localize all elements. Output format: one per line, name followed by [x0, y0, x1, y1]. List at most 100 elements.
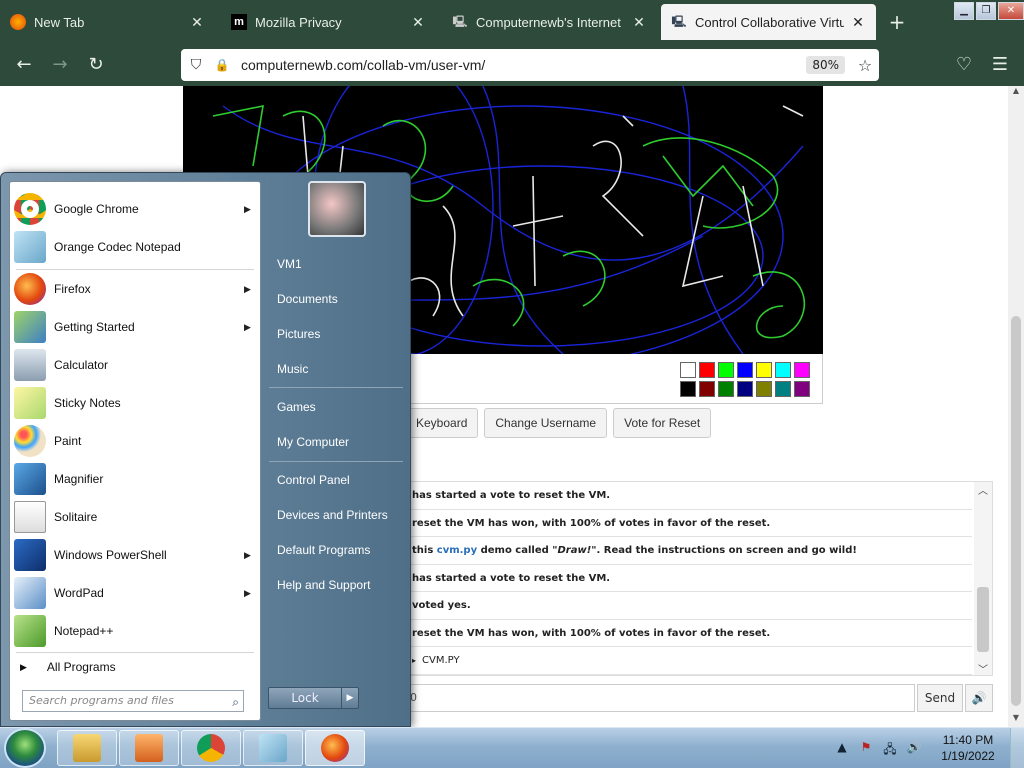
start-right-control-panel[interactable]: Control Panel	[269, 465, 403, 495]
pocket-icon[interactable]: ♡	[950, 52, 978, 78]
start-search-input[interactable]: Search programs and files ⌕	[22, 690, 244, 712]
start-right-documents[interactable]: Documents	[269, 284, 403, 314]
lock-options-arrow-icon[interactable]: ▶	[341, 687, 359, 709]
page-scroll-thumb[interactable]	[1011, 316, 1021, 706]
sticky-notes-icon	[14, 387, 46, 419]
chat-log[interactable]: has started a vote to reset the VM. rese…	[405, 481, 993, 676]
change-username-button[interactable]: Change Username	[484, 408, 608, 438]
chevron-up-icon[interactable]: ︿	[974, 482, 992, 497]
new-tab-button[interactable]: +	[885, 10, 909, 34]
taskbar-notepad[interactable]	[243, 730, 303, 766]
scroll-up-arrow-icon[interactable]: ▲	[1008, 86, 1024, 100]
program-notepad-plus-plus[interactable]: Notepad++	[10, 612, 260, 650]
close-icon[interactable]: ✕	[850, 14, 866, 31]
color-swatch[interactable]	[699, 362, 715, 378]
tab-mozilla-privacy[interactable]: m Mozilla Privacy ✕	[221, 4, 436, 40]
color-swatch[interactable]	[680, 381, 696, 397]
network-icon[interactable]: 🖧	[882, 740, 898, 756]
color-swatch[interactable]	[737, 362, 753, 378]
lock-icon[interactable]: 🔒	[211, 58, 233, 72]
close-icon[interactable]: ✕	[410, 14, 426, 31]
chevron-down-icon[interactable]: ﹀	[974, 661, 992, 675]
maximize-button[interactable]: ❐	[976, 2, 996, 20]
program-windows-powershell[interactable]: Windows PowerShell ▶	[10, 536, 260, 574]
color-swatch[interactable]	[775, 362, 791, 378]
mozilla-m-icon: m	[231, 14, 247, 30]
program-orange-codec-notepad[interactable]: Orange Codec Notepad	[10, 228, 260, 266]
program-paint[interactable]: Paint	[10, 422, 260, 460]
url-text[interactable]: computernewb.com/collab-vm/user-vm/	[233, 57, 806, 73]
color-swatch[interactable]	[718, 381, 734, 397]
chat-scrollbar[interactable]: ︿ ﹀	[974, 482, 992, 675]
page-scrollbar[interactable]: ▲ ▼	[1008, 86, 1024, 727]
close-icon[interactable]: ✕	[189, 14, 205, 31]
taskbar-chrome[interactable]	[181, 730, 241, 766]
search-icon[interactable]: ⌕	[232, 692, 239, 712]
program-sticky-notes[interactable]: Sticky Notes	[10, 384, 260, 422]
start-right-devices-printers[interactable]: Devices and Printers	[269, 500, 403, 530]
submenu-arrow-icon: ▶	[244, 283, 251, 294]
color-swatch[interactable]	[775, 381, 791, 397]
program-calculator[interactable]: Calculator	[10, 346, 260, 384]
window-close-button[interactable]: ✕	[998, 2, 1024, 20]
volume-icon[interactable]: 🔊	[906, 740, 922, 756]
tab-internet-pub[interactable]: 🖳 Computernewb's Internet Pub ✕	[442, 4, 657, 40]
taskbar-explorer[interactable]	[57, 730, 117, 766]
chat-scroll-thumb[interactable]	[977, 587, 989, 652]
show-hidden-icons-arrow-icon[interactable]: ▲	[834, 740, 850, 756]
chat-link[interactable]: cvm.py	[437, 545, 477, 556]
triangle-icon: ▸	[412, 656, 417, 665]
vote-reset-button[interactable]: Vote for Reset	[613, 408, 712, 438]
program-getting-started[interactable]: Getting Started ▶	[10, 308, 260, 346]
computer-icon: 🖳	[671, 15, 687, 28]
menu-icon[interactable]: ☰	[986, 52, 1014, 78]
color-swatch[interactable]	[680, 362, 696, 378]
program-google-chrome[interactable]: Google Chrome ▶	[10, 190, 260, 228]
scroll-down-arrow-icon[interactable]: ▼	[1008, 713, 1024, 727]
back-button[interactable]: ←	[10, 52, 38, 78]
chat-input[interactable]: 0	[405, 684, 915, 712]
zoom-level-badge[interactable]: 80%	[806, 56, 845, 74]
start-right-pictures[interactable]: Pictures	[269, 319, 403, 349]
program-wordpad[interactable]: WordPad ▶	[10, 574, 260, 612]
program-firefox[interactable]: Firefox ▶	[10, 270, 260, 308]
minimize-button[interactable]: ▁	[954, 2, 974, 20]
folder-icon	[73, 734, 101, 762]
action-center-flag-icon[interactable]: ⚑	[858, 740, 874, 756]
bookmark-star-icon[interactable]: ☆	[851, 56, 879, 75]
shield-icon[interactable]: ⛉	[181, 57, 211, 73]
keyboard-button[interactable]: Keyboard	[405, 408, 479, 438]
forward-button[interactable]: →	[46, 52, 74, 78]
tab-collab-vm[interactable]: 🖳 Control Collaborative Virtual M ✕	[661, 4, 876, 40]
start-right-music[interactable]: Music	[269, 354, 403, 384]
color-swatch[interactable]	[699, 381, 715, 397]
volume-icon[interactable]: 🔊	[965, 684, 993, 712]
taskbar-media-player[interactable]	[119, 730, 179, 766]
start-right-my-computer[interactable]: My Computer	[269, 427, 403, 457]
tab-new-tab[interactable]: New Tab ✕	[0, 4, 215, 40]
color-swatch[interactable]	[756, 362, 772, 378]
show-desktop-button[interactable]	[1010, 728, 1024, 768]
color-swatch[interactable]	[756, 381, 772, 397]
start-right-default-programs[interactable]: Default Programs	[269, 535, 403, 565]
clock[interactable]: 11:40 PM 1/19/2022	[926, 732, 1010, 764]
program-magnifier[interactable]: Magnifier	[10, 460, 260, 498]
paint-icon	[14, 425, 46, 457]
reload-button[interactable]: ↻	[82, 52, 110, 78]
lock-button[interactable]: Lock	[268, 687, 342, 709]
url-bar[interactable]: ⛉ 🔒 computernewb.com/collab-vm/user-vm/ …	[181, 49, 879, 81]
color-swatch[interactable]	[794, 381, 810, 397]
color-swatch[interactable]	[794, 362, 810, 378]
taskbar-firefox[interactable]	[305, 730, 365, 766]
start-button[interactable]	[4, 728, 46, 768]
start-right-games[interactable]: Games	[269, 392, 403, 422]
close-icon[interactable]: ✕	[631, 14, 647, 31]
start-right-vm1[interactable]: VM1	[269, 249, 403, 279]
color-swatch[interactable]	[737, 381, 753, 397]
program-solitaire[interactable]: Solitaire	[10, 498, 260, 536]
user-avatar[interactable]	[308, 181, 366, 237]
start-right-help-support[interactable]: Help and Support	[269, 570, 403, 600]
color-swatch[interactable]	[718, 362, 734, 378]
all-programs-button[interactable]: ▶ All Programs	[20, 660, 116, 674]
send-button[interactable]: Send	[917, 684, 963, 712]
